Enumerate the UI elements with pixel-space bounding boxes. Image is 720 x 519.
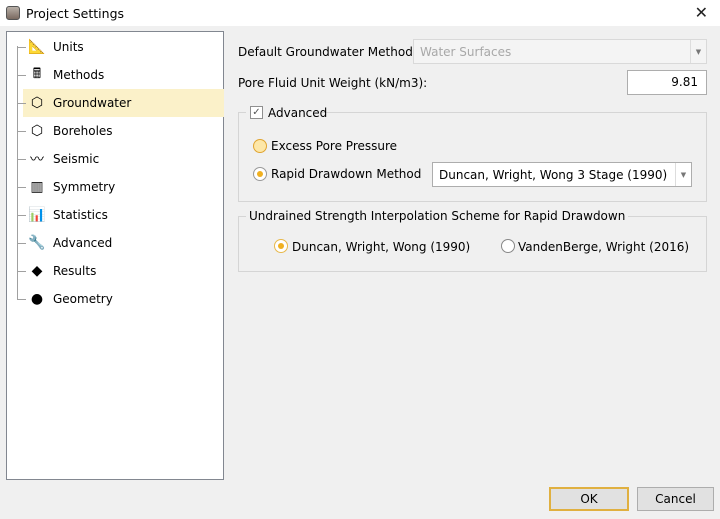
tree-connector (17, 299, 26, 300)
tree-item-label: Seismic (53, 152, 100, 166)
calculator-icon: 🖩 (32, 66, 42, 82)
chevron-down-icon: ▼ (675, 163, 691, 186)
tree-item-groundwater[interactable]: ⬡ Groundwater (17, 89, 224, 117)
tree-item-label: Statistics (53, 208, 108, 222)
groundwater-method-select: Water Surfaces ▼ (413, 39, 707, 64)
advanced-tool-icon: 🔧 (28, 235, 46, 251)
boreholes-icon: ⬡ (30, 123, 44, 139)
tree-line (17, 46, 18, 299)
tree-item-statistics[interactable]: 📊 Statistics (17, 201, 224, 229)
pore-fluid-weight-input[interactable]: 9.81 (627, 70, 707, 95)
groundwater-cube-icon: ⬡ (30, 95, 44, 111)
tree-connector (17, 131, 26, 132)
tree-item-label: Units (53, 40, 84, 54)
statistics-icon: 📊 (28, 207, 46, 223)
rapid-value: Duncan, Wright, Wong 3 Stage (1990) (439, 167, 668, 182)
cancel-button[interactable]: Cancel (637, 487, 714, 511)
tree-item-label: Groundwater (53, 96, 132, 110)
tree-item-label: Boreholes (53, 124, 113, 138)
symmetry-icon: ▥ (30, 179, 44, 195)
tree-connector (17, 187, 26, 188)
tree-item-label: Symmetry (53, 180, 116, 194)
excess-label: Excess Pore Pressure (271, 139, 398, 153)
rapid-drawdown-select[interactable]: Duncan, Wright, Wong 3 Stage (1990) ▼ (432, 162, 692, 187)
advanced-group (238, 112, 707, 202)
undrained-title: Undrained Strength Interpolation Scheme … (246, 209, 629, 223)
excess-pore-pressure-radio[interactable] (253, 139, 267, 153)
app-icon (6, 6, 20, 20)
duncan-label: Duncan, Wright, Wong (1990) (292, 240, 471, 254)
tree-connector (17, 47, 26, 48)
tree-connector (17, 243, 26, 244)
rapid-label: Rapid Drawdown Method (271, 167, 422, 181)
close-button[interactable]: ✕ (695, 3, 708, 22)
settings-tree[interactable]: 📐 Units 🖩 Methods ⬡ Groundwater ⬡ Boreholes 〰 Sei… (6, 31, 224, 480)
tree-item-methods[interactable]: 🖩 Methods (17, 61, 224, 89)
tree-connector (17, 75, 26, 76)
tree-connector (17, 271, 26, 272)
advanced-label: Advanced (268, 106, 328, 120)
tree-item-label: Geometry (53, 292, 113, 306)
tree-item-seismic[interactable]: 〰 Seismic (17, 145, 224, 173)
ruler-triangle-icon: 📐 (28, 39, 46, 55)
tree-item-label: Results (53, 264, 97, 278)
tree-item-units[interactable]: 📐 Units (17, 33, 224, 61)
tree-connector (17, 103, 26, 104)
ok-button[interactable]: OK (549, 487, 629, 511)
geometry-icon: ● (30, 291, 44, 307)
tree-item-label: Methods (53, 68, 105, 82)
chevron-down-icon: ▼ (690, 40, 706, 63)
tree-item-boreholes[interactable]: ⬡ Boreholes (17, 117, 224, 145)
weight-label: Pore Fluid Unit Weight (kN/m3): (238, 76, 428, 90)
method-value: Water Surfaces (420, 44, 512, 59)
window-title: Project Settings (26, 5, 125, 21)
tree-item-symmetry[interactable]: ▥ Symmetry (17, 173, 224, 201)
rapid-drawdown-radio[interactable] (253, 167, 267, 181)
duncan-radio[interactable] (274, 239, 288, 253)
tree-connector (17, 159, 26, 160)
tree-item-label: Advanced (53, 236, 113, 250)
results-cube-icon: ◆ (31, 263, 43, 279)
tree-item-geometry[interactable]: ● Geometry (17, 285, 224, 313)
tree-item-results[interactable]: ◆ Results (17, 257, 224, 285)
advanced-checkbox[interactable]: ✓ (250, 106, 263, 119)
tree-item-advanced[interactable]: 🔧 Advanced (17, 229, 224, 257)
tree-connector (17, 215, 26, 216)
title-bar: Project Settings ✕ (0, 0, 720, 26)
vandenberge-radio[interactable] (501, 239, 515, 253)
seismic-icon: 〰 (30, 152, 44, 168)
vandenberge-label: VandenBerge, Wright (2016) (518, 240, 690, 254)
method-label: Default Groundwater Method: (238, 45, 417, 59)
